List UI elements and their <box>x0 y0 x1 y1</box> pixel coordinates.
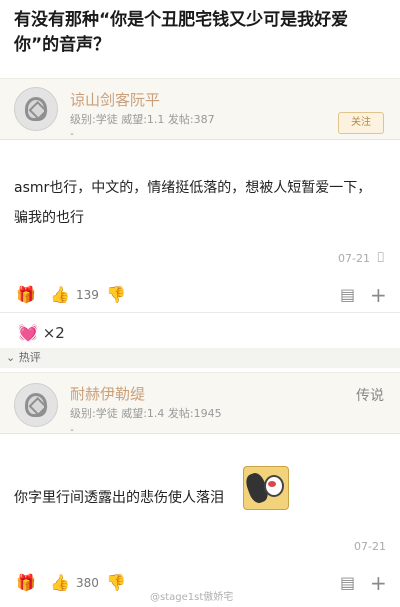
reply-date: 07-21 <box>354 540 386 553</box>
reply-date: 07-21 <box>338 252 370 265</box>
thumbs-up-icon[interactable]: 👍 <box>50 568 70 598</box>
hot-comments-bar[interactable]: ⌄ 热评 <box>0 348 400 368</box>
divider <box>0 312 400 313</box>
reply-actions: 🎁 👍 139 👎 ▤ + <box>0 280 400 310</box>
comment-icon[interactable]: ▤ <box>340 568 355 598</box>
avatar[interactable] <box>14 383 58 427</box>
username[interactable]: 耐赫伊勒缇 <box>70 383 145 404</box>
action-link[interactable]: 传说 <box>356 385 384 405</box>
diving-helmet-icon <box>25 97 47 121</box>
username[interactable]: 谅山剑客阮平 <box>70 89 160 110</box>
like-count: 139 <box>76 288 99 302</box>
gift-icon[interactable]: 🎁 <box>16 568 36 598</box>
diving-helmet-icon <box>25 393 47 417</box>
thumbs-down-icon[interactable]: 👎 <box>106 568 126 598</box>
avatar[interactable] <box>14 87 58 131</box>
reply-header: 谅山剑客阮平 级别:学徒 威望:1.1 发帖:387 - 关注 <box>0 78 400 140</box>
reaction-count: ×2 <box>42 324 65 342</box>
user-meta: 级别:学徒 威望:1.4 发帖:1945 <box>70 407 222 420</box>
plus-icon[interactable]: + <box>370 280 387 310</box>
watermark: @stage1st傲娇宅 <box>150 592 234 603</box>
reply-content: 你字里行间透露出的悲伤使人落泪 <box>14 490 224 506</box>
user-signature: - <box>70 423 74 436</box>
sticker-image <box>243 466 289 510</box>
gift-icon[interactable]: 🎁 <box>16 280 36 310</box>
plus-icon[interactable]: + <box>370 568 387 598</box>
like-count: 380 <box>76 576 99 590</box>
apple-icon:  <box>377 250 384 263</box>
user-signature: - <box>70 127 74 140</box>
thumbs-up-icon[interactable]: 👍 <box>50 280 70 310</box>
thumbs-down-icon[interactable]: 👎 <box>106 280 126 310</box>
reaction-summary[interactable]: 💓 ×2 <box>18 323 65 342</box>
follow-button[interactable]: 关注 <box>338 112 384 134</box>
user-meta: 级别:学徒 威望:1.1 发帖:387 <box>70 113 215 126</box>
heart-icon: 💓 <box>18 323 38 342</box>
chevron-down-icon: ⌄ <box>6 351 16 364</box>
hot-label: 热评 <box>18 351 41 364</box>
comment-icon[interactable]: ▤ <box>340 280 355 310</box>
post-title: 有没有那种“你是个丑肥宅钱又少可是我好爱你”的音声？ <box>14 10 349 55</box>
reply-content: asmr也行，中文的，情绪挺低落的，想被人短暂爱一下，骗我的也行 <box>14 180 372 226</box>
reply-header: 耐赫伊勒缇 级别:学徒 威望:1.4 发帖:1945 - 传说 <box>0 372 400 436</box>
